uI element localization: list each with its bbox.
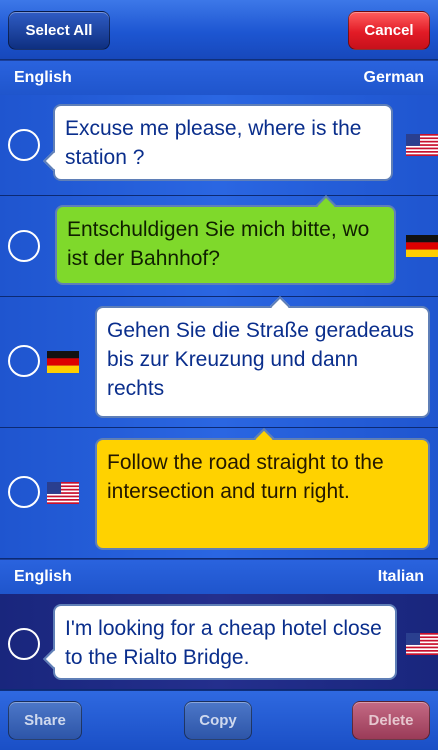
german-flag-icon bbox=[47, 351, 79, 373]
copy-button[interactable]: Copy bbox=[184, 701, 252, 740]
section-right-language: German bbox=[363, 69, 424, 86]
message-bubble[interactable]: Entschuldigen Sie mich bitte, wo ist der… bbox=[55, 195, 396, 285]
list-item[interactable]: I'm looking for a cheap hotel close to t… bbox=[0, 594, 438, 690]
german-flag-icon bbox=[406, 235, 438, 257]
select-radio[interactable] bbox=[8, 345, 40, 377]
section-header-english-german: English German bbox=[0, 61, 438, 95]
message-text: Excuse me please, where is the station ? bbox=[65, 117, 362, 169]
bubble-tail bbox=[270, 296, 290, 316]
cancel-button[interactable]: Cancel bbox=[348, 11, 430, 50]
delete-button[interactable]: Delete bbox=[352, 701, 430, 740]
bubble-tail bbox=[316, 195, 336, 215]
bubble-tail bbox=[43, 151, 63, 171]
list-item[interactable]: Follow the road straight to the intersec… bbox=[0, 428, 438, 559]
message-bubble[interactable]: Follow the road straight to the intersec… bbox=[95, 428, 430, 550]
section-right-language: Italian bbox=[377, 568, 424, 585]
top-toolbar: Select All Cancel bbox=[0, 0, 438, 60]
select-radio[interactable] bbox=[8, 129, 40, 161]
share-button[interactable]: Share bbox=[8, 701, 82, 740]
bottom-toolbar: Share Copy Delete bbox=[0, 690, 438, 750]
list-item[interactable]: Gehen Sie die Straße geradeaus bis zur K… bbox=[0, 296, 438, 428]
us-flag-icon bbox=[406, 134, 438, 156]
message-bubble[interactable]: Gehen Sie die Straße geradeaus bis zur K… bbox=[95, 296, 430, 418]
message-text: Entschuldigen Sie mich bitte, wo ist der… bbox=[67, 218, 370, 270]
list-item[interactable]: Excuse me please, where is the station ? bbox=[0, 95, 438, 196]
message-text: Follow the road straight to the intersec… bbox=[107, 451, 384, 503]
message-text: I'm looking for a cheap hotel close to t… bbox=[65, 617, 382, 669]
select-radio[interactable] bbox=[8, 628, 40, 660]
section-left-language: English bbox=[14, 69, 72, 86]
select-radio[interactable] bbox=[8, 476, 40, 508]
us-flag-icon bbox=[47, 482, 79, 504]
message-bubble[interactable]: Excuse me please, where is the station ? bbox=[43, 104, 393, 181]
message-text: Gehen Sie die Straße geradeaus bis zur K… bbox=[107, 319, 415, 400]
list-item[interactable]: Entschuldigen Sie mich bitte, wo ist der… bbox=[0, 195, 438, 297]
bubble-tail bbox=[254, 428, 274, 448]
us-flag-icon bbox=[406, 633, 438, 655]
section-header-english-italian: English Italian bbox=[0, 560, 438, 594]
section-left-language: English bbox=[14, 568, 72, 585]
bubble-tail bbox=[43, 649, 63, 669]
select-all-button[interactable]: Select All bbox=[8, 11, 110, 50]
select-radio[interactable] bbox=[8, 230, 40, 262]
message-bubble[interactable]: I'm looking for a cheap hotel close to t… bbox=[43, 604, 397, 680]
